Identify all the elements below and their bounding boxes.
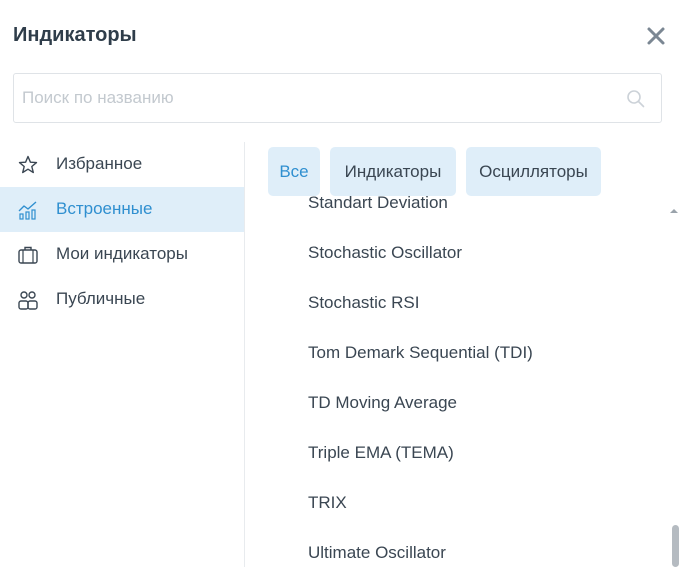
sidebar-item-label: Встроенные <box>56 199 153 218</box>
tab-indicators[interactable]: Индикаторы <box>330 147 456 196</box>
star-icon <box>17 154 39 176</box>
list-item[interactable]: Tom Demark Sequential (TDI) <box>308 343 533 363</box>
dialog-title: Индикаторы <box>13 24 137 46</box>
sidebar-item-label: Публичные <box>56 289 146 308</box>
search-box <box>13 73 662 123</box>
sidebar-item-label: Мои индикаторы <box>56 244 188 263</box>
list-item[interactable]: Stochastic RSI <box>308 293 420 313</box>
sidebar-item-builtin[interactable]: Встроенные <box>0 187 244 232</box>
scrollbar-thumb[interactable] <box>672 525 679 567</box>
list-item[interactable]: TRIX <box>308 493 347 513</box>
list-item[interactable]: Triple EMA (TEMA) <box>308 443 454 463</box>
list-item[interactable]: TD Moving Average <box>308 393 457 413</box>
indicator-list: Standart Deviation Stochastic Oscillator… <box>245 196 665 567</box>
users-icon <box>17 289 39 311</box>
search-input[interactable] <box>14 74 614 122</box>
close-icon[interactable] <box>645 25 667 47</box>
sidebar-item-favorites[interactable]: Избранное <box>0 142 244 187</box>
list-item[interactable]: Standart Deviation <box>308 196 448 213</box>
tab-all[interactable]: Все <box>268 147 320 196</box>
chart-icon <box>17 199 39 221</box>
sidebar-item-my-indicators[interactable]: Мои индикаторы <box>0 232 244 277</box>
search-icon[interactable] <box>626 89 646 109</box>
scroll-up-arrow-icon[interactable] <box>668 203 680 213</box>
briefcase-icon <box>17 244 39 266</box>
sidebar-item-public[interactable]: Публичные <box>0 277 244 322</box>
list-item[interactable]: Ultimate Oscillator <box>308 543 446 563</box>
tab-oscillators[interactable]: Осцилляторы <box>466 147 601 196</box>
sidebar-item-label: Избранное <box>56 154 143 173</box>
list-item[interactable]: Stochastic Oscillator <box>308 243 462 263</box>
